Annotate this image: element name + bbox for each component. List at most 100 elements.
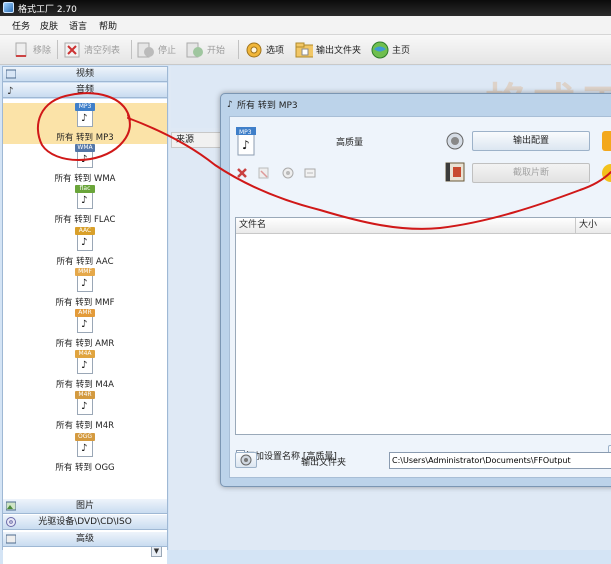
music-note-icon: ♪ (81, 360, 88, 372)
toolbar-separator (131, 40, 132, 59)
conversion-item[interactable]: M4A ♪ 所有 转到 M4A (3, 350, 167, 391)
window-title: 格式工厂 2.70 (18, 5, 77, 15)
music-note-icon: ♪ (81, 113, 88, 124)
conversion-item[interactable]: WMA ♪ 所有 转到 WMA (3, 144, 167, 185)
format-tag: flac (75, 185, 95, 194)
home-button[interactable]: 主页 (371, 35, 410, 64)
music-note-icon: ♪ (81, 442, 88, 454)
conversion-label: 所有 转到 MP3 (56, 133, 114, 143)
format-tag: MMF (75, 267, 95, 276)
column-filename[interactable]: 文件名 (236, 218, 576, 233)
category-audio[interactable]: ♪ 音频 (3, 83, 167, 98)
svg-text:♪: ♪ (227, 100, 233, 107)
audio-file-icon: flac ♪ (75, 185, 95, 211)
category-disc[interactable]: 光驱设备\DVD\CD\ISO (3, 515, 167, 530)
clear-list-icon (63, 41, 81, 59)
output-config-button[interactable]: 输出配置 (472, 131, 590, 151)
disc-icon (6, 517, 16, 527)
menu-language[interactable]: 语言 (69, 19, 87, 32)
clear-list-button[interactable]: 清空列表 (63, 35, 120, 64)
output-folder-browse-button[interactable] (235, 452, 257, 468)
column-size[interactable]: 大小 (576, 218, 611, 233)
output-folder-button[interactable]: 输出文件夹 (295, 35, 361, 64)
output-path-field[interactable] (389, 452, 611, 469)
conversion-item[interactable]: AAC ♪ 所有 转到 AAC (3, 226, 167, 268)
toolbar: 移除 清空列表 停止 开始 选项 输出文件夹 主页 (0, 35, 611, 65)
format-tag: AAC (75, 226, 95, 235)
conversion-label: 所有 转到 WMA (54, 174, 116, 185)
music-note-icon: ♪ (81, 401, 88, 413)
conversion-label: 所有 转到 OGG (55, 462, 115, 473)
conversion-label: 所有 转到 MMF (55, 297, 115, 308)
advanced-icon (5, 534, 17, 544)
stop-label: 停止 (158, 46, 177, 56)
config-extra-icon[interactable] (602, 131, 611, 151)
file-table[interactable]: 文件名 大小 (235, 217, 611, 435)
start-button[interactable]: 开始 (186, 35, 225, 64)
quality-label[interactable]: 高质量 (336, 135, 363, 148)
remove-label: 移除 (33, 46, 52, 56)
svg-text:♪: ♪ (242, 138, 250, 152)
audio-file-icon: WMA ♪ (75, 144, 95, 170)
conversion-list: MP3 ♪ 所有 转到 MP3 WMA ♪ 所有 转到 WMA flac ♪ 所有 转到 FLA… (3, 99, 167, 564)
start-icon (186, 41, 204, 59)
conversion-item[interactable]: M4R ♪ 所有 转到 M4R (3, 391, 167, 432)
clear-list-label: 清空列表 (84, 46, 121, 56)
category-advanced-label: 高级 (75, 534, 94, 544)
speaker-small-icon (240, 454, 252, 466)
svg-text:♪: ♪ (7, 86, 13, 95)
options-button[interactable]: 选项 (245, 35, 284, 64)
add-icon[interactable] (602, 164, 611, 182)
video-icon (5, 69, 17, 79)
stop-icon (137, 41, 155, 59)
menu-help[interactable]: 帮助 (99, 19, 117, 32)
conversion-label: 所有 转到 M4R (55, 421, 115, 432)
toolbar-separator (57, 40, 58, 59)
audio-file-icon: M4A ♪ (75, 350, 95, 376)
app-icon (3, 2, 14, 13)
category-advanced[interactable]: 高级 (3, 532, 167, 547)
file-table-header: 文件名 大小 (236, 218, 611, 234)
folder-icon (295, 41, 313, 59)
conversion-label: 所有 转到 M4A (56, 380, 114, 391)
format-tag: OGG (75, 432, 95, 441)
music-note-icon: ♪ (81, 195, 88, 207)
dialog-body: MP3 ♪ 高质量 输出配置 截取片断 文件名 大小 添加设置名称 [高质量] (229, 116, 611, 478)
delete-icon[interactable] (236, 167, 248, 179)
stop-button[interactable]: 停止 (137, 35, 176, 64)
get-clip-button[interactable]: 截取片断 (472, 163, 590, 183)
category-video-label: 视频 (75, 69, 94, 79)
category-disc-label: 光驱设备\DVD\CD\ISO (38, 517, 132, 527)
conversion-item[interactable]: AMR ♪ 所有 转到 AMR (3, 309, 167, 350)
format-tag: M4R (75, 391, 95, 400)
options-label: 选项 (266, 46, 285, 56)
format-tag: AMR (75, 309, 95, 317)
music-note-icon: ♪ (81, 319, 88, 330)
info-icon[interactable] (304, 167, 316, 179)
remove-button[interactable]: 移除 (12, 35, 51, 64)
category-picture[interactable]: 图片 (3, 499, 167, 514)
category-video[interactable]: 视频 (3, 67, 167, 82)
category-audio-label: 音频 (75, 85, 94, 95)
home-label: 主页 (392, 46, 411, 56)
clear-icon[interactable] (258, 167, 270, 179)
menu-skin[interactable]: 皮肤 (40, 19, 58, 32)
audio-file-icon: MP3 ♪ (75, 103, 95, 129)
conversion-item[interactable]: flac ♪ 所有 转到 FLAC (3, 185, 167, 226)
play-icon[interactable] (282, 167, 294, 179)
conversion-item[interactable]: MP3 ♪ 所有 转到 MP3 (3, 103, 167, 144)
conversion-label: 所有 转到 AMR (55, 339, 115, 349)
mp3-format-icon: MP3 ♪ (236, 127, 256, 157)
conversion-item[interactable]: OGG ♪ 所有 转到 OGG (3, 432, 167, 474)
music-note-icon: ♪ (81, 277, 88, 289)
conversion-item[interactable]: MMF ♪ 所有 转到 MMF (3, 267, 167, 309)
menu-task[interactable]: 任务 (12, 19, 30, 32)
audio-file-icon: AAC ♪ (75, 226, 95, 253)
format-tag: WMA (75, 144, 95, 153)
audio-file-icon: M4R ♪ (75, 391, 95, 417)
dialog-app-icon: ♪ (227, 100, 233, 107)
toolbar-separator (238, 40, 239, 59)
remove-icon (12, 41, 30, 59)
audio-file-icon: OGG ♪ (75, 432, 95, 459)
svg-text:MP3: MP3 (239, 129, 252, 136)
